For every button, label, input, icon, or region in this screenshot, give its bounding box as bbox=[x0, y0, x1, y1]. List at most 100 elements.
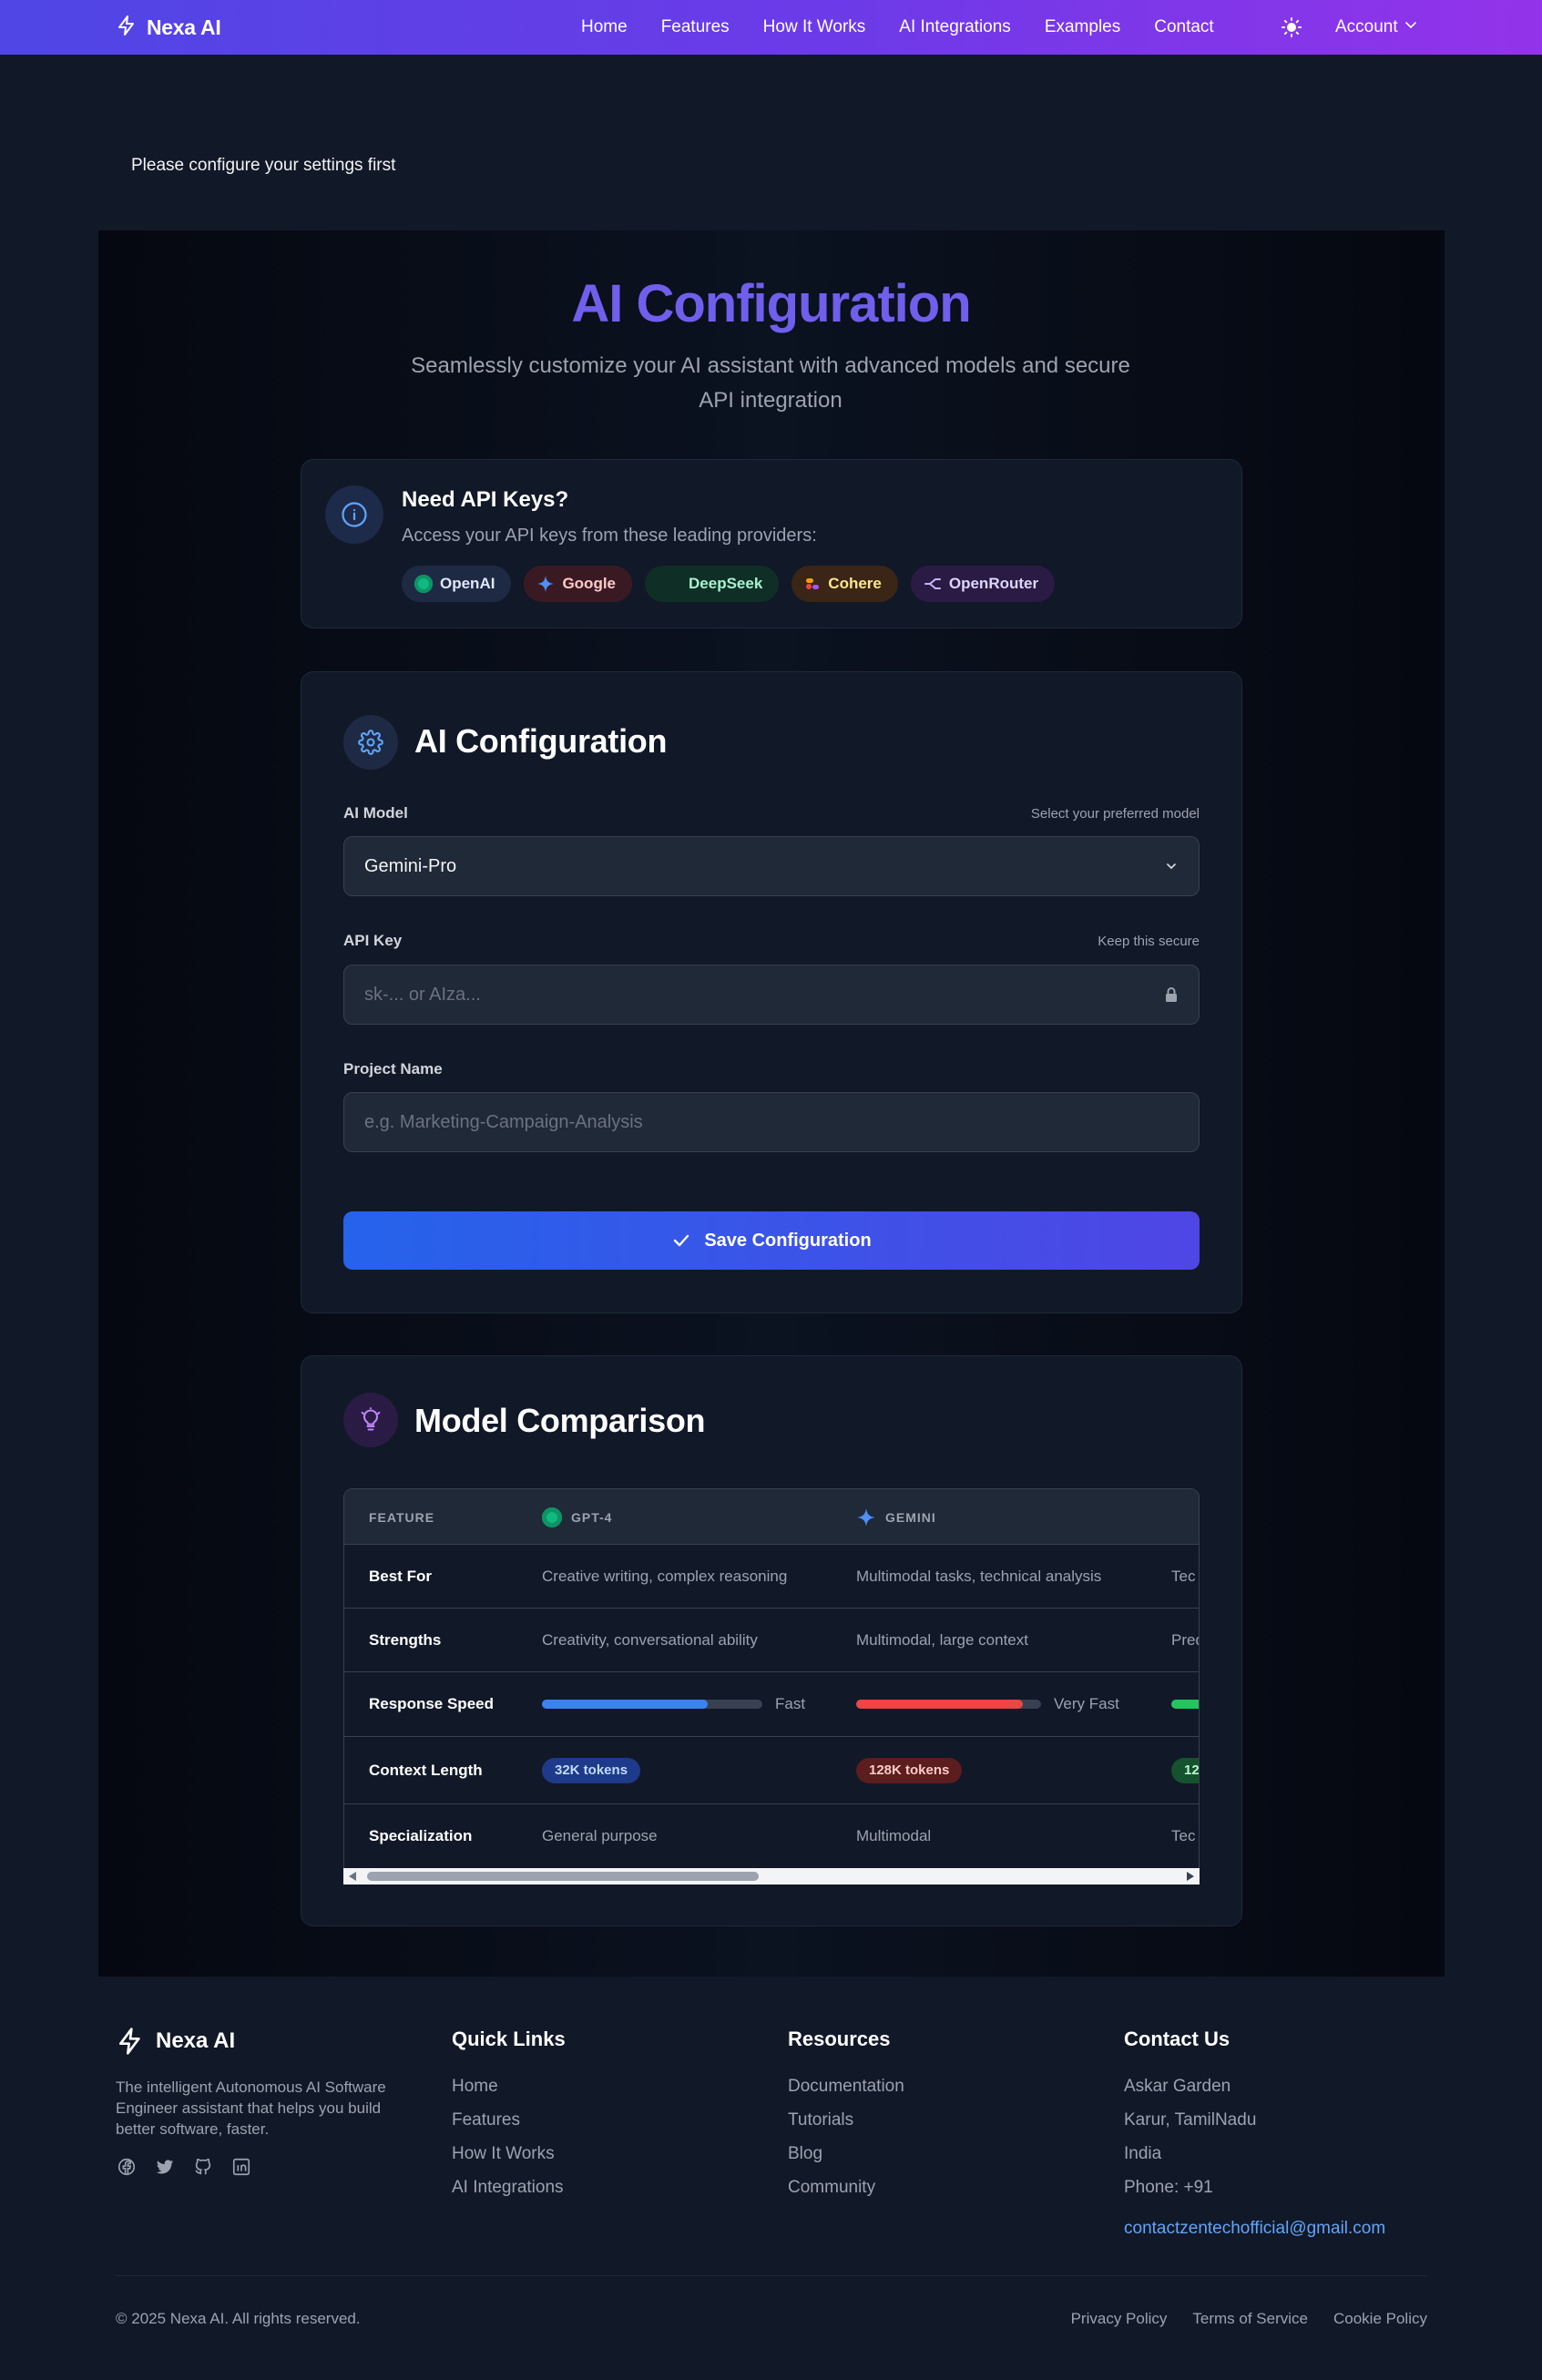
table-header-row: FEATURE GPT-4 GEMINI bbox=[344, 1489, 1199, 1545]
cell-gemini: 128K tokens bbox=[856, 1737, 963, 1803]
comparison-table[interactable]: FEATURE GPT-4 GEMINI Best For Creative w… bbox=[343, 1488, 1200, 1885]
speed-bar-fill bbox=[856, 1700, 1023, 1709]
cookie-policy-link[interactable]: Cookie Policy bbox=[1333, 2310, 1427, 2328]
page-title: AI Configuration bbox=[571, 274, 971, 333]
speed-bar-gemini bbox=[856, 1700, 1041, 1709]
header-gemini: GEMINI bbox=[856, 1489, 936, 1545]
context-badge-gemini: 128K tokens bbox=[856, 1757, 963, 1783]
save-configuration-button[interactable]: Save Configuration bbox=[343, 1211, 1200, 1270]
github-icon[interactable] bbox=[192, 2156, 214, 2178]
nav-link-features[interactable]: Features bbox=[661, 17, 730, 37]
cell-gpt4: Creativity, conversational ability bbox=[542, 1630, 758, 1649]
api-key-input[interactable]: sk-... or AIza... bbox=[343, 965, 1200, 1025]
header-feature: FEATURE bbox=[369, 1489, 434, 1545]
table-horizontal-scrollbar[interactable] bbox=[343, 1868, 1200, 1885]
account-menu-button[interactable]: Account bbox=[1335, 0, 1418, 55]
scrollbar-thumb[interactable] bbox=[367, 1872, 759, 1881]
brand-logo-link[interactable]: Nexa AI bbox=[116, 0, 221, 55]
quick-links-title: Quick Links bbox=[452, 2028, 566, 2050]
info-icon bbox=[325, 485, 383, 544]
cell-gpt4: 32K tokens bbox=[542, 1737, 641, 1803]
contact-address-line: Karur, TamilNadu bbox=[1124, 2110, 1257, 2130]
row-label: Strengths bbox=[369, 1630, 442, 1649]
provider-label: DeepSeek bbox=[689, 575, 763, 592]
contact-title: Contact Us bbox=[1124, 2028, 1231, 2050]
account-label: Account bbox=[1335, 17, 1398, 36]
brand-name: Nexa AI bbox=[147, 15, 221, 39]
gear-icon bbox=[343, 715, 398, 770]
footer-link-community[interactable]: Community bbox=[788, 2171, 904, 2204]
footer-brand[interactable]: Nexa AI bbox=[116, 2027, 235, 2056]
footer-link-how-it-works[interactable]: How It Works bbox=[452, 2137, 566, 2171]
ai-model-hint: Select your preferred model bbox=[1030, 806, 1200, 822]
settings-alert: Please configure your settings first bbox=[131, 156, 396, 175]
footer-divider bbox=[116, 2275, 1427, 2276]
context-badge-gpt4: 32K tokens bbox=[542, 1757, 641, 1783]
provider-label: OpenRouter bbox=[948, 575, 1039, 592]
scroll-left-arrow-icon[interactable] bbox=[349, 1872, 356, 1881]
footer-about: The intelligent Autonomous AI Software E… bbox=[116, 2079, 386, 2138]
header-feature-label: FEATURE bbox=[369, 1509, 435, 1525]
nav-link-contact[interactable]: Contact bbox=[1154, 17, 1213, 37]
provider-google-link[interactable]: Google bbox=[524, 566, 633, 602]
api-keys-description: Access your API keys from these leading … bbox=[402, 526, 817, 546]
provider-deepseek-link[interactable]: DeepSeek bbox=[645, 566, 780, 602]
table-row: Best For Creative writing, complex reaso… bbox=[344, 1545, 1199, 1609]
privacy-policy-link[interactable]: Privacy Policy bbox=[1071, 2310, 1168, 2328]
social-links bbox=[116, 2156, 252, 2178]
row-label: Specialization bbox=[369, 1827, 473, 1844]
table-row: Context Length 32K tokens 128K tokens 12 bbox=[344, 1737, 1199, 1804]
context-badge-third: 12 bbox=[1171, 1757, 1199, 1783]
chevron-down-icon bbox=[1162, 857, 1180, 875]
cell-third: Pred bbox=[1171, 1630, 1199, 1649]
cell-gpt4: General purpose bbox=[542, 1827, 658, 1844]
contact-address-line: Askar Garden bbox=[1124, 2077, 1231, 2096]
lightning-bolt-icon bbox=[116, 2027, 145, 2056]
contact-address-line: India bbox=[1124, 2144, 1162, 2163]
row-label: Best For bbox=[369, 1567, 432, 1585]
twitter-icon[interactable] bbox=[154, 2156, 176, 2178]
provider-cohere-link[interactable]: Cohere bbox=[791, 566, 898, 602]
lightning-bolt-icon bbox=[116, 15, 138, 41]
linkedin-icon[interactable] bbox=[230, 2156, 252, 2178]
project-name-label: Project Name bbox=[343, 1060, 443, 1078]
nav-link-examples[interactable]: Examples bbox=[1045, 17, 1120, 37]
facebook-icon[interactable] bbox=[116, 2156, 138, 2178]
nav-link-home[interactable]: Home bbox=[581, 17, 628, 37]
cell-third: 12 bbox=[1171, 1737, 1199, 1803]
provider-label: Google bbox=[562, 575, 617, 592]
contact-email-link[interactable]: contactzentechofficial@gmail.com bbox=[1124, 2211, 1385, 2245]
footer-link-features[interactable]: Features bbox=[452, 2103, 566, 2137]
speed-label: Very Fast bbox=[1054, 1695, 1119, 1712]
chevron-down-icon bbox=[1404, 17, 1418, 37]
openrouter-icon bbox=[924, 575, 942, 593]
nav-link-how-it-works[interactable]: How It Works bbox=[763, 17, 866, 37]
provider-label: OpenAI bbox=[440, 575, 495, 592]
google-sparkle-icon bbox=[536, 575, 555, 593]
footer-link-ai-integrations[interactable]: AI Integrations bbox=[452, 2171, 566, 2204]
footer-link-home[interactable]: Home bbox=[452, 2069, 566, 2103]
ai-model-select[interactable]: Gemini-Pro bbox=[343, 836, 1200, 896]
footer-link-blog[interactable]: Blog bbox=[788, 2137, 904, 2171]
check-icon bbox=[671, 1231, 691, 1251]
cell-gemini: Very Fast bbox=[856, 1672, 1119, 1736]
comparison-section-title: Model Comparison bbox=[414, 1402, 706, 1439]
provider-openrouter-link[interactable]: OpenRouter bbox=[910, 566, 1056, 602]
api-keys-title: Need API Keys? bbox=[402, 487, 569, 512]
nav-link-ai-integrations[interactable]: AI Integrations bbox=[899, 17, 1011, 37]
save-configuration-label: Save Configuration bbox=[704, 1230, 872, 1251]
footer-link-tutorials[interactable]: Tutorials bbox=[788, 2103, 904, 2137]
provider-openai-link[interactable]: OpenAI bbox=[402, 566, 512, 602]
project-name-input[interactable]: e.g. Marketing-Campaign-Analysis bbox=[343, 1092, 1200, 1152]
terms-of-service-link[interactable]: Terms of Service bbox=[1192, 2310, 1308, 2328]
sun-icon[interactable] bbox=[1281, 16, 1302, 38]
speed-bar-gpt4 bbox=[542, 1700, 762, 1709]
scroll-right-arrow-icon[interactable] bbox=[1187, 1872, 1194, 1881]
header-gpt4: GPT-4 bbox=[542, 1489, 612, 1545]
table-row: Specialization General purpose Multimoda… bbox=[344, 1804, 1199, 1868]
footer-link-documentation[interactable]: Documentation bbox=[788, 2069, 904, 2103]
speed-bar-fill bbox=[542, 1700, 708, 1709]
resources-title: Resources bbox=[788, 2028, 891, 2050]
copyright: © 2025 Nexa AI. All rights reserved. bbox=[116, 2310, 361, 2327]
header-gemini-label: GEMINI bbox=[885, 1509, 936, 1525]
